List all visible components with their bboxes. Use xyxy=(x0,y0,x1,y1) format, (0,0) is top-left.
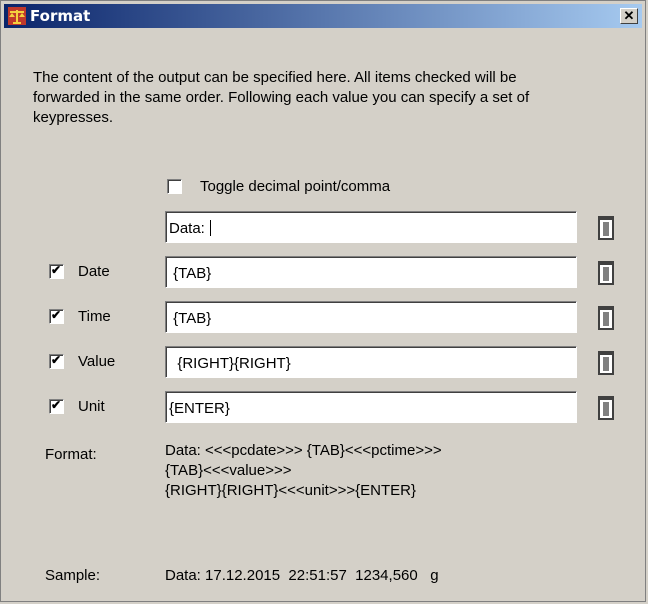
row-time[interactable]: Time xyxy=(49,308,111,325)
description-text: The content of the output can be specifi… xyxy=(33,69,530,126)
title-bar[interactable]: Format ✕ xyxy=(4,4,642,28)
date-label: Date xyxy=(78,263,110,280)
prefix-field[interactable]: Data: xyxy=(165,211,577,243)
row-value[interactable]: Value xyxy=(49,353,115,370)
time-field[interactable]: {TAB} xyxy=(165,301,577,333)
trash-icon xyxy=(598,396,614,420)
delete-unit-button[interactable] xyxy=(595,394,617,420)
trash-icon xyxy=(598,216,614,240)
window-title: Format xyxy=(30,7,91,25)
delete-date-button[interactable] xyxy=(595,259,617,285)
delete-prefix-button[interactable] xyxy=(595,214,617,240)
format-preview: Data: <<<pcdate>>> {TAB}<<<pctime>>> {TA… xyxy=(165,441,442,501)
sample-label: Sample: xyxy=(45,567,101,584)
row-date[interactable]: Date xyxy=(49,263,110,280)
scale-icon xyxy=(8,7,26,25)
row-unit[interactable]: Unit xyxy=(49,398,105,415)
toggle-decimal-checkbox[interactable] xyxy=(167,178,182,194)
unit-checkbox[interactable] xyxy=(49,398,64,414)
time-label: Time xyxy=(78,308,111,325)
time-checkbox[interactable] xyxy=(49,308,64,324)
date-checkbox[interactable] xyxy=(49,263,64,279)
format-line: {TAB}<<<value>>> xyxy=(165,462,292,479)
trash-icon xyxy=(598,306,614,330)
format-line: Data: <<<pcdate>>> {TAB}<<<pctime>>> xyxy=(165,442,442,459)
unit-field[interactable]: {ENTER} xyxy=(165,391,577,423)
trash-icon xyxy=(598,261,614,285)
text-caret xyxy=(210,220,212,236)
prefix-field-value: Data: xyxy=(169,220,210,237)
value-field[interactable]: {RIGHT}{RIGHT} xyxy=(165,346,577,378)
close-button[interactable]: ✕ xyxy=(620,8,638,24)
toggle-decimal-label: Toggle decimal point/comma xyxy=(200,177,391,195)
sample-value: Data: 17.12.2015 22:51:57 1234,560 g xyxy=(165,567,439,584)
value-checkbox[interactable] xyxy=(49,353,64,369)
value-label: Value xyxy=(78,353,116,370)
date-field[interactable]: {TAB} xyxy=(165,256,577,288)
delete-time-button[interactable] xyxy=(595,304,617,330)
delete-value-button[interactable] xyxy=(595,349,617,375)
unit-label: Unit xyxy=(78,398,105,415)
format-label: Format: xyxy=(45,446,97,463)
toggle-decimal-option[interactable]: Toggle decimal point/comma xyxy=(167,176,390,196)
format-dialog: Format ✕ The content of the output can b… xyxy=(0,0,646,602)
trash-icon xyxy=(598,351,614,375)
format-line: {RIGHT}{RIGHT}<<<unit>>>{ENTER} xyxy=(165,482,416,499)
